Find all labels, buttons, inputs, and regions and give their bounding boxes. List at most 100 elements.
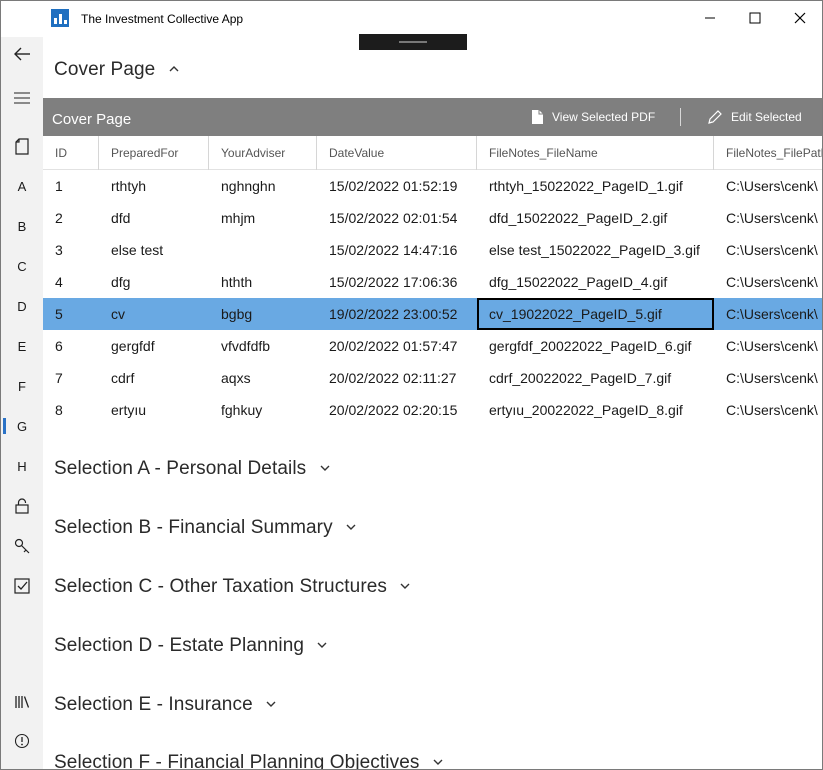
table-cell[interactable]: bgbg <box>221 298 321 330</box>
table-cell[interactable]: C:\Users\cenk\ <box>726 330 822 362</box>
table-row[interactable]: 2 dfd mhjm 15/02/2022 02:01:54 dfd_15022022_… <box>43 202 822 234</box>
table-cell[interactable]: cv <box>111 298 211 330</box>
table-row[interactable]: 1 rthtyh nghnghn 15/02/2022 01:52:19 rthtyh_… <box>43 170 822 202</box>
edit-selected-button[interactable]: Edit Selected <box>707 109 802 125</box>
hamburger-menu-button[interactable] <box>1 83 43 113</box>
table-cell[interactable]: nghnghn <box>221 170 321 202</box>
table-cell[interactable]: dfd_15022022_PageID_2.gif <box>489 202 719 234</box>
section-e-header[interactable]: Selection E - Insurance <box>54 694 276 716</box>
column-header-youradviser[interactable]: YourAdviser <box>208 136 316 170</box>
nav-item-g[interactable]: G <box>1 411 43 441</box>
nav-item-b[interactable]: B <box>1 211 43 241</box>
table-cell[interactable]: hthth <box>221 266 321 298</box>
table-cell[interactable]: 6 <box>55 330 95 362</box>
column-header-preparedfor[interactable]: PreparedFor <box>98 136 208 170</box>
table-row[interactable]: 7 cdrf aqxs 20/02/2022 02:11:27 cdrf_2002202… <box>43 362 822 394</box>
page-icon <box>15 137 29 155</box>
table-cell[interactable]: 2 <box>55 202 95 234</box>
table-row[interactable]: 5 cv bgbg 19/02/2022 23:00:52 cv_19022022_… <box>43 298 822 330</box>
table-cell[interactable] <box>221 234 321 266</box>
nav-checklist[interactable] <box>1 571 43 601</box>
nav-item-e[interactable]: E <box>1 331 43 361</box>
table-cell[interactable]: C:\Users\cenk\ <box>726 170 822 202</box>
nav-key[interactable] <box>1 531 43 561</box>
table-cell[interactable]: 5 <box>55 298 95 330</box>
close-button[interactable] <box>777 1 822 35</box>
cover-page-header[interactable]: Cover Page <box>54 59 179 81</box>
table-cell[interactable]: 20/02/2022 02:20:15 <box>329 394 479 426</box>
table-cell[interactable]: 8 <box>55 394 95 426</box>
nav-cover-page[interactable] <box>1 131 43 161</box>
table-cell[interactable]: 19/02/2022 23:00:52 <box>329 298 479 330</box>
nav-item-a[interactable]: A <box>1 171 43 201</box>
section-c-header[interactable]: Selection C - Other Taxation Structures <box>54 576 410 598</box>
table-cell[interactable]: 15/02/2022 01:52:19 <box>329 170 479 202</box>
command-separator <box>680 108 681 126</box>
column-header-filenotes-filename[interactable]: FileNotes_FileName <box>476 136 713 170</box>
table-cell[interactable]: 20/02/2022 02:11:27 <box>329 362 479 394</box>
table-cell[interactable]: C:\Users\cenk\ <box>726 298 822 330</box>
maximize-button[interactable] <box>732 1 778 35</box>
drag-handle[interactable] <box>359 34 467 50</box>
minimize-button[interactable] <box>687 1 733 35</box>
table-cell[interactable]: 3 <box>55 234 95 266</box>
table-cell[interactable]: ertyıu <box>111 394 211 426</box>
nav-item-d[interactable]: D <box>1 291 43 321</box>
table-cell[interactable]: C:\Users\cenk\ <box>726 234 822 266</box>
minimize-icon <box>705 17 715 19</box>
nav-item-f[interactable]: F <box>1 371 43 401</box>
section-a-header[interactable]: Selection A - Personal Details <box>54 458 330 480</box>
table-cell[interactable]: dfd <box>111 202 211 234</box>
section-b-header[interactable]: Selection B - Financial Summary <box>54 517 356 539</box>
back-button[interactable] <box>1 39 43 69</box>
table-row[interactable]: 3 else test 15/02/2022 14:47:16 else test_1… <box>43 234 822 266</box>
table-cell[interactable]: cv_19022022_PageID_5.gif <box>477 298 714 330</box>
table-row[interactable]: 8 ertyıu fghkuy 20/02/2022 02:20:15 ertyıu_2… <box>43 394 822 426</box>
cover-page-grid[interactable]: ID PreparedFor YourAdviser DateValue Fil… <box>43 136 822 426</box>
table-cell[interactable]: C:\Users\cenk\ <box>726 202 822 234</box>
table-cell[interactable]: C:\Users\cenk\ <box>726 394 822 426</box>
table-cell[interactable]: C:\Users\cenk\ <box>726 266 822 298</box>
table-cell[interactable]: 4 <box>55 266 95 298</box>
checkbox-icon <box>14 578 30 594</box>
table-cell[interactable]: dfg <box>111 266 211 298</box>
chevron-down-icon <box>317 640 327 652</box>
left-nav: A B C D E F G H <box>1 37 43 769</box>
table-cell[interactable]: 15/02/2022 14:47:16 <box>329 234 479 266</box>
title-bar[interactable]: The Investment Collective App <box>1 1 822 37</box>
table-row[interactable]: 4 dfg hthth 15/02/2022 17:06:36 dfg_15022022… <box>43 266 822 298</box>
table-cell[interactable]: aqxs <box>221 362 321 394</box>
table-cell[interactable]: 20/02/2022 01:57:47 <box>329 330 479 362</box>
table-cell[interactable]: 7 <box>55 362 95 394</box>
table-cell[interactable]: fghkuy <box>221 394 321 426</box>
column-header-id[interactable]: ID <box>43 136 98 170</box>
view-selected-pdf-button[interactable]: View Selected PDF <box>531 109 655 125</box>
table-cell[interactable]: else test_15022022_PageID_3.gif <box>489 234 719 266</box>
table-cell[interactable]: 15/02/2022 17:06:36 <box>329 266 479 298</box>
section-d-header[interactable]: Selection D - Estate Planning <box>54 635 327 657</box>
table-cell[interactable]: ertyıu_20022022_PageID_8.gif <box>489 394 719 426</box>
table-cell[interactable]: 15/02/2022 02:01:54 <box>329 202 479 234</box>
column-header-datevalue[interactable]: DateValue <box>316 136 476 170</box>
nav-library[interactable] <box>1 687 43 717</box>
nav-lock[interactable] <box>1 491 43 521</box>
table-cell[interactable]: gergfdf_20022022_PageID_6.gif <box>489 330 719 362</box>
nav-item-c[interactable]: C <box>1 251 43 281</box>
table-row[interactable]: 6 gergfdf vfvdfdfb 20/02/2022 01:57:47 gergf… <box>43 330 822 362</box>
table-cell[interactable]: rthtyh <box>111 170 211 202</box>
table-cell[interactable]: 1 <box>55 170 95 202</box>
table-cell[interactable]: else test <box>111 234 211 266</box>
nav-item-h[interactable]: H <box>1 451 43 481</box>
table-cell[interactable]: rthtyh_15022022_PageID_1.gif <box>489 170 719 202</box>
table-cell[interactable]: gergfdf <box>111 330 211 362</box>
nav-info[interactable] <box>1 726 43 756</box>
table-cell[interactable]: C:\Users\cenk\ <box>726 362 822 394</box>
table-cell[interactable]: cdrf <box>111 362 211 394</box>
table-cell[interactable]: dfg_15022022_PageID_4.gif <box>489 266 719 298</box>
table-cell[interactable]: vfvdfdfb <box>221 330 321 362</box>
column-header-filenotes-filepath[interactable]: FileNotes_FilePath <box>713 136 822 170</box>
view-selected-pdf-label: View Selected PDF <box>552 110 656 124</box>
table-cell[interactable]: cdrf_20022022_PageID_7.gif <box>489 362 719 394</box>
section-f-header[interactable]: Selection F - Financial Planning Objecti… <box>54 752 443 769</box>
table-cell[interactable]: mhjm <box>221 202 321 234</box>
